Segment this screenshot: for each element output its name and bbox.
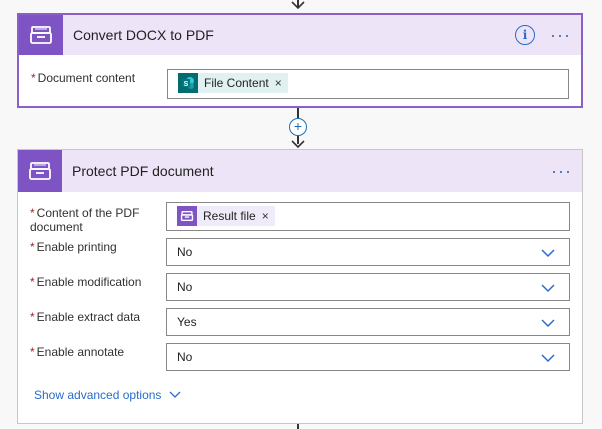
select-value: No	[177, 245, 193, 259]
chevron-down-icon	[169, 391, 181, 398]
field-label: * Content of the PDF document	[30, 206, 140, 234]
field-label: * Enable modification	[30, 275, 142, 289]
select-value: No	[177, 280, 193, 294]
connector-icon	[18, 150, 62, 192]
card-header[interactable]: Protect PDF document ···	[18, 150, 582, 192]
field-row-enable-extract-data: * Enable extract data Yes	[30, 308, 570, 336]
connector-icon	[19, 15, 63, 55]
token-label: Result file	[203, 209, 256, 223]
dynamic-content-token[interactable]: Result file ×	[177, 206, 275, 226]
pdf-content-input[interactable]: Result file ×	[166, 202, 570, 231]
enable-modification-select[interactable]: No	[166, 273, 570, 301]
select-value: Yes	[177, 315, 197, 329]
card-title: Protect PDF document	[72, 163, 214, 179]
connector-icon	[177, 206, 197, 226]
enable-printing-select[interactable]: No	[166, 238, 570, 266]
enable-annotate-select[interactable]: No	[166, 343, 570, 371]
remove-token-icon[interactable]: ×	[262, 209, 269, 223]
show-advanced-options-link[interactable]: Show advanced options	[34, 388, 181, 402]
advanced-options-label: Show advanced options	[34, 388, 162, 402]
field-row-pdf-content: * Content of the PDF document Result file…	[30, 202, 570, 234]
connector-arrow-icon	[291, 140, 305, 148]
field-row-document-content: * Document content S File Content ×	[31, 69, 569, 99]
select-value: No	[177, 350, 193, 364]
card-title: Convert DOCX to PDF	[73, 27, 214, 43]
bottom-connector-line	[297, 424, 299, 429]
sharepoint-icon: S	[178, 73, 198, 93]
info-icon[interactable]: i	[515, 25, 535, 45]
field-row-enable-printing: * Enable printing No	[30, 238, 570, 266]
card-header[interactable]: Convert DOCX to PDF i ···	[19, 15, 581, 55]
top-arrow-icon	[291, 1, 305, 9]
field-label: * Document content	[31, 71, 136, 85]
field-row-enable-modification: * Enable modification No	[30, 273, 570, 301]
remove-token-icon[interactable]: ×	[275, 76, 282, 90]
field-label: * Enable printing	[30, 240, 117, 254]
more-options-icon[interactable]: ···	[551, 162, 572, 180]
more-options-icon[interactable]: ···	[550, 26, 571, 44]
field-row-enable-annotate: * Enable annotate No	[30, 343, 570, 371]
token-label: File Content	[204, 76, 269, 90]
chevron-down-icon[interactable]	[541, 246, 555, 260]
chevron-down-icon[interactable]	[541, 316, 555, 330]
enable-extract-data-select[interactable]: Yes	[166, 308, 570, 336]
chevron-down-icon[interactable]	[541, 281, 555, 295]
document-content-input[interactable]: S File Content ×	[167, 69, 569, 99]
field-label: * Enable extract data	[30, 310, 141, 324]
chevron-down-icon[interactable]	[541, 351, 555, 365]
svg-text:S: S	[184, 81, 189, 88]
convert-docx-card[interactable]: Convert DOCX to PDF i ··· * Document cont…	[17, 13, 583, 108]
add-step-icon[interactable]: +	[289, 118, 307, 136]
dynamic-content-token[interactable]: S File Content ×	[178, 73, 288, 93]
field-label: * Enable annotate	[30, 345, 125, 359]
protect-pdf-card[interactable]: Protect PDF document ··· * Content of the…	[17, 149, 583, 424]
